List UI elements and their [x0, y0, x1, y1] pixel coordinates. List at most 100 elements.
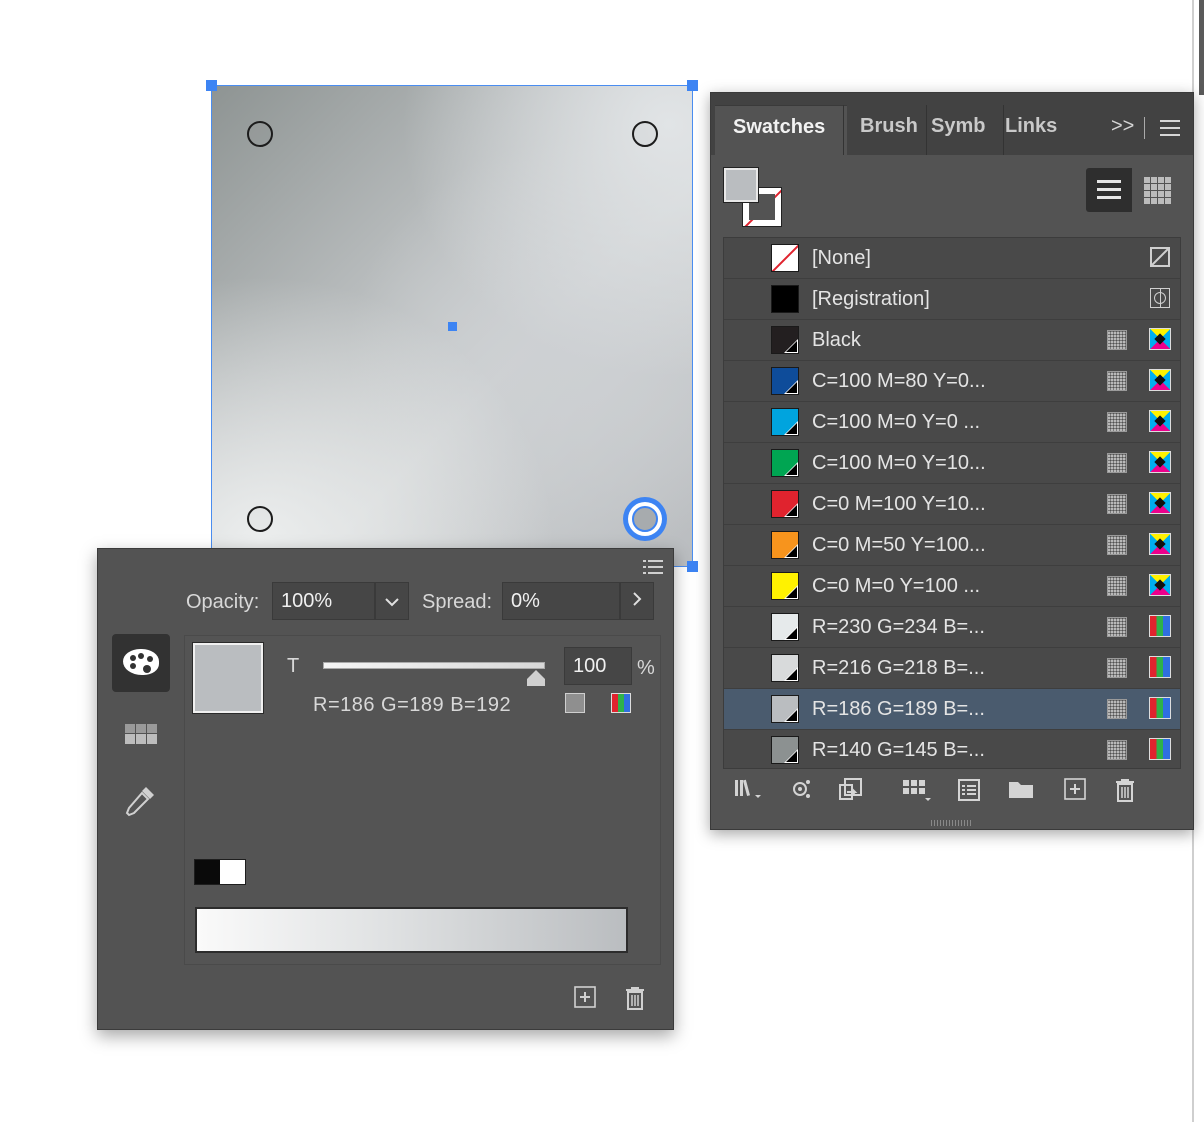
cmyk-icon: [1149, 410, 1171, 432]
tab-links[interactable]: Links: [989, 105, 1065, 155]
process-color-icon: [1107, 412, 1127, 432]
mesh-point-top-left[interactable]: [247, 121, 273, 147]
process-color-icon: [1107, 740, 1127, 760]
rgb-icon: [1149, 656, 1171, 678]
swatch-name: C=100 M=0 Y=10...: [812, 452, 986, 474]
swatch-row[interactable]: R=186 G=189 B=...: [724, 689, 1180, 730]
swatch-name: R=186 G=189 B=...: [812, 698, 985, 720]
panel-tab-bar: Swatches Brush Symb Links >>: [711, 93, 1193, 156]
tint-value-field[interactable]: 100: [564, 647, 632, 685]
fill-swatch[interactable]: [723, 167, 759, 203]
registration-icon: [1150, 288, 1170, 308]
swatch-row[interactable]: [None]: [724, 238, 1180, 279]
rgb-mode-icon[interactable]: [611, 693, 631, 713]
panel-resize-grip[interactable]: [931, 820, 971, 826]
color-mode-button[interactable]: [112, 634, 170, 692]
swatch-color-chip: [771, 654, 799, 682]
swatch-row[interactable]: R=230 G=234 B=...: [724, 607, 1180, 648]
swatches-mode-button[interactable]: [112, 707, 170, 765]
swatch-color-chip: [771, 736, 799, 764]
process-color-icon: [1107, 330, 1127, 350]
mesh-point-bottom-left[interactable]: [247, 506, 273, 532]
new-color-group-icon[interactable]: [901, 777, 931, 803]
swatch-row[interactable]: Black: [724, 320, 1180, 361]
opacity-field[interactable]: 100%: [272, 582, 375, 620]
folder-icon[interactable]: [1007, 777, 1035, 803]
panel-menu-icon[interactable]: [1160, 120, 1180, 141]
trash-icon[interactable]: [1111, 777, 1139, 803]
swatch-row[interactable]: C=0 M=50 Y=100...: [724, 525, 1180, 566]
swatch-row[interactable]: C=100 M=0 Y=0 ...: [724, 402, 1180, 443]
place-swatches-icon[interactable]: [837, 777, 865, 803]
process-color-icon: [1107, 535, 1127, 555]
swatch-list[interactable]: [None] [Registration] Black C=100 M=80 Y=0.…: [723, 237, 1181, 769]
swatch-name: C=100 M=80 Y=0...: [812, 370, 986, 392]
swatch-name: [Registration]: [812, 288, 930, 310]
percent-label: %: [637, 657, 655, 679]
tab-swatches[interactable]: Swatches: [715, 105, 847, 156]
new-swatch-icon[interactable]: [1061, 777, 1089, 803]
spread-stepper-button[interactable]: [620, 582, 654, 620]
swatch-name: R=230 G=234 B=...: [812, 616, 985, 638]
eyedropper-button[interactable]: [112, 773, 170, 831]
swatch-libraries-icon[interactable]: [733, 777, 761, 803]
more-tabs-button[interactable]: >>: [1111, 115, 1134, 138]
center-point: [448, 322, 457, 331]
swatch-color-chip: [771, 326, 799, 354]
swatch-color-chip: [771, 613, 799, 641]
cmyk-icon: [1149, 533, 1171, 555]
opacity-label: Opacity:: [186, 591, 260, 613]
opacity-dropdown-button[interactable]: [375, 582, 409, 620]
new-swatch-icon[interactable]: [573, 985, 597, 1009]
black-white-swatches[interactable]: [194, 859, 246, 885]
swatch-row[interactable]: C=0 M=0 Y=100 ...: [724, 566, 1180, 607]
swatch-name: R=140 G=145 B=...: [812, 739, 985, 761]
list-view-button[interactable]: [1086, 168, 1132, 212]
swatch-row[interactable]: C=0 M=100 Y=10...: [724, 484, 1180, 525]
swatch-color-chip: [771, 490, 799, 518]
swatch-color-chip: [771, 285, 799, 313]
out-of-gamut-swatch[interactable]: [565, 693, 585, 713]
swatch-row[interactable]: R=216 G=218 B=...: [724, 648, 1180, 689]
process-color-icon: [1107, 576, 1127, 596]
swatch-row[interactable]: [Registration]: [724, 279, 1180, 320]
eyedropper-icon: [125, 787, 154, 817]
swatch-row[interactable]: C=100 M=0 Y=10...: [724, 443, 1180, 484]
color-spectrum-bar[interactable]: [195, 907, 628, 953]
stop-color-swatch[interactable]: [192, 642, 264, 714]
gradient-mesh-color-panel: Opacity: 100% Spread: 0% T 100 % R=186 G…: [97, 548, 674, 1030]
swatch-name: [None]: [812, 247, 871, 269]
process-color-icon: [1107, 453, 1127, 473]
spread-field[interactable]: 0%: [502, 582, 620, 620]
resize-handle-top-right[interactable]: [687, 80, 698, 91]
swatch-name: R=216 G=218 B=...: [812, 657, 985, 679]
process-color-icon: [1107, 371, 1127, 391]
swatch-options-icon[interactable]: [955, 777, 983, 803]
swatch-color-chip: [771, 367, 799, 395]
resize-handle-bottom-right[interactable]: [687, 561, 698, 572]
tint-slider-thumb[interactable]: [527, 670, 545, 679]
swatch-color-chip: [771, 531, 799, 559]
swatches-grid-icon: [125, 724, 157, 744]
resize-handle-top-left[interactable]: [206, 80, 217, 91]
divider: [1144, 117, 1145, 139]
tint-slider[interactable]: [323, 662, 545, 669]
cmyk-icon: [1149, 328, 1171, 350]
swatch-color-chip: [771, 244, 799, 272]
swatch-color-chip: [771, 408, 799, 436]
swatch-row[interactable]: R=140 G=145 B=...: [724, 730, 1180, 768]
process-color-icon: [1107, 658, 1127, 678]
show-kinds-icon[interactable]: [787, 777, 815, 803]
thumbnail-view-button[interactable]: [1134, 168, 1180, 212]
swatch-name: C=0 M=50 Y=100...: [812, 534, 986, 556]
panel-menu-icon[interactable]: [639, 558, 663, 583]
trash-icon[interactable]: [623, 985, 647, 1010]
process-color-icon: [1107, 617, 1127, 637]
swatch-row[interactable]: C=100 M=80 Y=0...: [724, 361, 1180, 402]
mesh-point-top-right[interactable]: [632, 121, 658, 147]
color-value-readout: R=186 G=189 B=192: [313, 694, 512, 716]
selected-mesh-point[interactable]: [632, 506, 658, 532]
process-color-icon: [1107, 494, 1127, 514]
tint-label: T: [287, 655, 300, 677]
swatch-color-chip: [771, 695, 799, 723]
